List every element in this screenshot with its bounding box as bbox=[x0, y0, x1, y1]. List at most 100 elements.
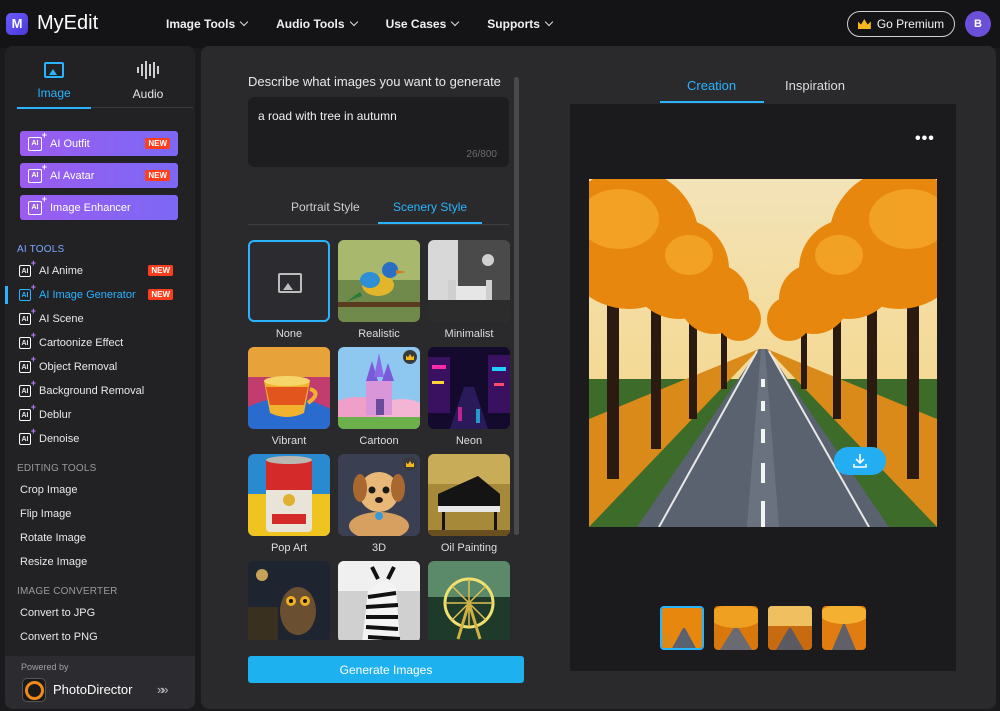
sidebar-item-object-removal[interactable]: AIObject Removal bbox=[19, 354, 189, 376]
nav-image-tools[interactable]: Image Tools bbox=[166, 17, 249, 31]
powered-by-name: PhotoDirector bbox=[53, 682, 133, 697]
style-owl[interactable] bbox=[248, 561, 330, 640]
tool-label: Background Removal bbox=[39, 385, 145, 397]
style-cartoon[interactable]: Cartoon bbox=[338, 347, 420, 447]
result-thumbnail[interactable] bbox=[714, 606, 758, 650]
tab-portrait-style[interactable]: Portrait Style bbox=[291, 200, 360, 214]
sidebar-item-crop[interactable]: Crop Image bbox=[20, 484, 77, 496]
sidebar-item-ai-scene[interactable]: AIAI Scene bbox=[19, 306, 189, 328]
style-zebra[interactable] bbox=[338, 561, 420, 640]
ai-sparkle-icon: AI bbox=[28, 162, 47, 183]
image-enhancer-button[interactable]: AI Image Enhancer bbox=[20, 194, 178, 220]
tool-label: Deblur bbox=[39, 409, 72, 421]
style-thumbnail bbox=[338, 561, 420, 640]
chevron-down-icon bbox=[239, 17, 249, 27]
sidebar-item-rotate[interactable]: Rotate Image bbox=[20, 532, 86, 544]
style-grid: None Realistic Minimalist Vibrant Cartoo… bbox=[248, 240, 510, 640]
style-vibrant[interactable]: Vibrant bbox=[248, 347, 330, 447]
generate-images-button[interactable]: Generate Images bbox=[248, 656, 524, 683]
style-label: 3D bbox=[371, 542, 387, 554]
scrollbar[interactable] bbox=[514, 77, 519, 535]
style-minimalist[interactable]: Minimalist bbox=[428, 240, 510, 340]
brand-logo[interactable]: M MyEdit bbox=[6, 12, 98, 35]
generated-image[interactable] bbox=[589, 179, 937, 527]
chevron-down-icon bbox=[544, 17, 554, 27]
room-thumbnail bbox=[428, 240, 510, 322]
nav-use-cases[interactable]: Use Cases bbox=[386, 17, 460, 31]
tab-creation[interactable]: Creation bbox=[687, 78, 736, 93]
ai-sparkle-icon: AI bbox=[19, 258, 36, 277]
result-thumbnail[interactable] bbox=[660, 606, 704, 650]
avatar[interactable]: B bbox=[965, 11, 991, 37]
nav-audio-tools[interactable]: Audio Tools bbox=[276, 17, 358, 31]
new-badge: NEW bbox=[145, 170, 170, 181]
style-label: None bbox=[275, 328, 303, 340]
style-none[interactable]: None bbox=[248, 240, 330, 340]
sidebar: Image Audio AI AI Outfit NEW AI AI Avata… bbox=[5, 46, 195, 709]
autumn-road-image bbox=[589, 179, 937, 527]
ai-sparkle-icon: AI bbox=[19, 426, 36, 445]
ai-tools-heading: AI TOOLS bbox=[17, 244, 65, 255]
main-nav: Image Tools Audio Tools Use Cases Suppor… bbox=[166, 0, 581, 48]
sidebar-item-deblur[interactable]: AIDeblur bbox=[19, 402, 189, 424]
ai-sparkle-icon: AI bbox=[19, 354, 36, 373]
tab-label: Audio bbox=[132, 87, 164, 101]
style-label: Minimalist bbox=[444, 328, 494, 340]
sidebar-item-cartoonize[interactable]: AICartoonize Effect bbox=[19, 330, 189, 352]
style-ferris-wheel[interactable] bbox=[428, 561, 510, 640]
download-icon bbox=[853, 454, 867, 468]
prompt-text: a road with tree in autumn bbox=[258, 109, 397, 123]
sidebar-item-convert-jpg[interactable]: Convert to JPG bbox=[20, 607, 95, 619]
download-button[interactable] bbox=[834, 447, 886, 475]
ai-sparkle-icon: AI bbox=[19, 306, 36, 325]
ai-sparkle-icon: AI bbox=[28, 130, 47, 151]
more-options-icon[interactable]: ••• bbox=[915, 130, 935, 148]
go-premium-button[interactable]: Go Premium bbox=[847, 11, 955, 37]
sidebar-item-resize[interactable]: Resize Image bbox=[20, 556, 87, 568]
style-realistic[interactable]: Realistic bbox=[338, 240, 420, 340]
feature-label: AI Avatar bbox=[50, 169, 95, 182]
owl-thumbnail bbox=[248, 561, 330, 640]
tool-label: Cartoonize Effect bbox=[39, 337, 124, 349]
tab-inspiration[interactable]: Inspiration bbox=[785, 78, 845, 93]
sidebar-item-ai-anime[interactable]: AIAI Anime NEW bbox=[19, 258, 189, 280]
tab-image[interactable]: Image bbox=[17, 56, 91, 109]
sidebar-item-ai-image-generator[interactable]: AIAI Image Generator NEW bbox=[19, 282, 189, 304]
ferris-wheel-thumbnail bbox=[428, 561, 510, 640]
autumn-road-thumbnail bbox=[822, 606, 866, 650]
sidebar-item-background-removal[interactable]: AIBackground Removal bbox=[19, 378, 189, 400]
brand-name: MyEdit bbox=[37, 12, 99, 34]
sidebar-item-denoise[interactable]: AIDenoise bbox=[19, 426, 189, 448]
style-thumbnail bbox=[428, 240, 510, 322]
myedit-logo-icon: M bbox=[6, 12, 28, 35]
tab-underline bbox=[660, 101, 764, 103]
style-thumbnail bbox=[338, 240, 420, 322]
nav-label: Supports bbox=[487, 17, 540, 31]
ai-outfit-button[interactable]: AI AI Outfit NEW bbox=[20, 130, 178, 156]
sidebar-item-convert-png[interactable]: Convert to PNG bbox=[20, 631, 98, 643]
style-label: Realistic bbox=[358, 328, 400, 340]
tab-scenery-style[interactable]: Scenery Style bbox=[393, 200, 467, 214]
ai-sparkle-icon: AI bbox=[19, 402, 36, 421]
bird-thumbnail bbox=[338, 240, 420, 322]
style-tabs: Portrait Style Scenery Style bbox=[248, 197, 509, 225]
prompt-input[interactable]: a road with tree in autumn 26/800 bbox=[248, 97, 509, 167]
character-count: 26/800 bbox=[466, 149, 497, 160]
sidebar-item-flip[interactable]: Flip Image bbox=[20, 508, 71, 520]
image-icon bbox=[44, 62, 64, 78]
style-3d[interactable]: 3D bbox=[338, 454, 420, 554]
ai-avatar-button[interactable]: AI AI Avatar NEW bbox=[20, 162, 178, 188]
nav-supports[interactable]: Supports bbox=[487, 17, 554, 31]
style-oil-painting[interactable]: Oil Painting bbox=[428, 454, 510, 554]
style-neon[interactable]: Neon bbox=[428, 347, 510, 447]
powered-by-label: Powered by bbox=[21, 662, 69, 672]
style-thumbnail bbox=[248, 240, 330, 322]
result-thumbnail[interactable] bbox=[768, 606, 812, 650]
style-pop-art[interactable]: Pop Art bbox=[248, 454, 330, 554]
result-thumbnail[interactable] bbox=[822, 606, 866, 650]
powered-by-banner[interactable]: Powered by PhotoDirector »» bbox=[5, 656, 195, 709]
style-label: Neon bbox=[455, 435, 483, 447]
style-thumbnail bbox=[428, 454, 510, 536]
crown-icon bbox=[857, 19, 871, 29]
tab-audio[interactable]: Audio bbox=[111, 56, 185, 108]
